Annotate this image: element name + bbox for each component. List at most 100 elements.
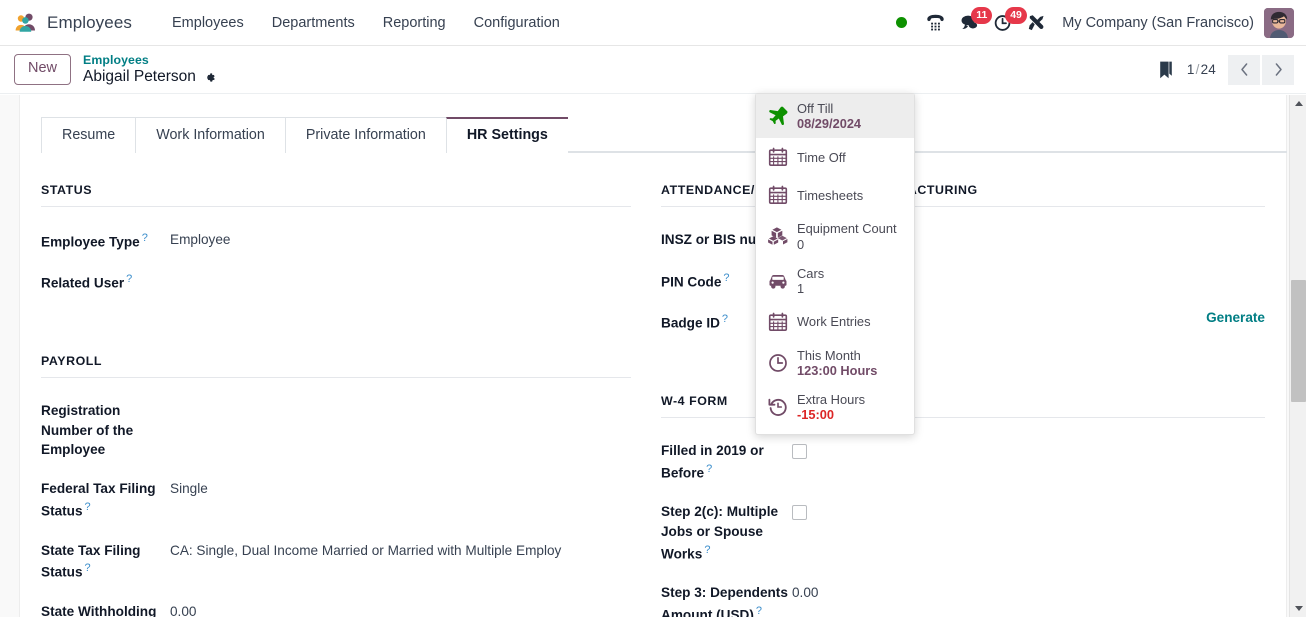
developer-tools-icon[interactable] [1020,6,1054,40]
checkbox-filled-2019[interactable] [792,443,807,459]
field-filled-in-2019-or-before: Filled in 2019 or Before? [661,440,1265,483]
app-brand[interactable]: Employees [14,12,132,34]
dropdown-label: Equipment Count [797,221,897,237]
activities-icon[interactable]: 49 [986,6,1027,40]
avatar-image [1264,7,1294,38]
dropdown-item-work-entries[interactable]: Work Entries [756,303,914,341]
field-value[interactable]: Single [170,478,631,499]
help-icon[interactable]: ? [142,232,148,244]
help-icon[interactable]: ? [756,605,762,617]
calendar-icon [768,185,788,205]
help-icon[interactable]: ? [85,501,91,513]
messages-icon[interactable]: 11 [952,6,993,40]
checkbox-step-2c[interactable] [792,504,807,520]
scrollbar-thumb[interactable] [1291,280,1306,402]
dropdown-item-off-till[interactable]: Off Till 08/29/2024 [756,94,914,139]
car-icon [769,274,787,289]
dropdown-text: This Month 123:00 Hours [797,348,877,378]
presence-status-icon[interactable] [884,6,918,40]
history-icon [768,399,787,417]
field-value [792,501,1265,520]
scroll-up-button[interactable] [1290,95,1306,112]
field-value [792,440,1265,459]
help-icon[interactable]: ? [704,544,710,556]
main-menu: Employees Departments Reporting Configur… [158,9,574,37]
menu-item-configuration[interactable]: Configuration [460,9,574,37]
breadcrumb-parent-link[interactable]: Employees [83,54,216,68]
field-value[interactable] [170,400,631,420]
triangle-down-icon [1294,606,1303,611]
calendar-icon [768,147,788,167]
field-label: Registration Number of the Employee [41,402,134,458]
help-icon[interactable]: ? [706,463,712,475]
dropdown-value: 123:00 Hours [797,363,878,379]
vertical-scrollbar[interactable] [1289,95,1306,617]
label-text: Filled in 2019 or Before [661,442,764,481]
triangle-up-icon [1294,101,1303,106]
tab-private-information[interactable]: Private Information [284,117,446,153]
previous-record-button[interactable] [1228,54,1260,85]
dropdown-label: Time Off [797,149,846,165]
help-icon[interactable]: ? [126,273,132,285]
field-label: Related User? [41,270,170,293]
label-text: Badge ID [661,315,720,331]
field-pin-code: PIN Code? [661,269,1265,292]
field-step-2c-multiple-jobs: Step 2(c): Multiple Jobs or Spouse Works… [661,501,1265,564]
pager-current: 1 [1186,62,1195,77]
dropdown-item-time-off[interactable]: Time Off [756,138,914,176]
menu-item-reporting[interactable]: Reporting [369,9,460,37]
label-text: Employee Type [41,234,140,250]
field-step-3-dependents-amount: Step 3: Dependents Amount (USD)? 0.00 [661,582,1265,617]
tab-resume[interactable]: Resume [41,117,136,153]
new-record-button[interactable]: New [14,54,72,85]
menu-item-employees[interactable]: Employees [158,9,258,37]
help-icon[interactable]: ? [722,313,728,325]
pager-indicator[interactable]: 1/24 [1187,62,1216,77]
dropdown-text: Off Till 08/29/2024 [797,101,861,131]
generate-badge-button[interactable]: Generate [1206,310,1265,325]
field-value[interactable] [170,270,631,290]
label-text: Related User [41,275,125,291]
bookmark-icon[interactable] [1157,60,1175,80]
navbar-right-cluster: 11 49 My Company (San Francisco) [884,6,1294,40]
dropdown-item-timesheets[interactable]: Timesheets [756,176,914,214]
field-employee-type: Employee Type? Employee [41,229,631,252]
tools-icon [1029,14,1044,30]
dropdown-item-cars[interactable]: Cars 1 [756,259,914,303]
form-column-left: STATUS Employee Type? Employee Related U… [41,183,653,617]
field-value[interactable]: Employee [170,229,631,250]
dropdown-text: Extra Hours -15:00 [797,392,865,422]
help-icon[interactable]: ? [723,272,729,284]
next-record-button[interactable] [1262,54,1294,85]
label-text: Step 2(c): Multiple Jobs or Spouse Works [661,503,779,562]
dropdown-item-equipment-count[interactable]: Equipment Count 0 [756,214,914,258]
dropdown-text: Timesheets [797,188,863,203]
field-value[interactable]: 0.00 [170,601,631,617]
menu-item-departments[interactable]: Departments [258,9,369,37]
record-title: Abigail Peterson [83,68,196,86]
scroll-down-button[interactable] [1290,600,1306,617]
field-label: State Tax Filing Status? [41,540,170,583]
dropdown-item-this-month[interactable]: This Month 123:00 Hours [756,341,914,385]
pager-total: 24 [1200,62,1216,77]
dropdown-text: Time Off [797,150,846,165]
dropdown-label: Extra Hours [797,392,866,408]
form-sheet-area: Resume Work Information Private Informat… [0,95,1306,617]
pager-buttons [1228,54,1294,85]
dropdown-item-extra-hours[interactable]: Extra Hours -15:00 [756,385,914,429]
phone-keypad-icon [927,14,944,31]
field-value[interactable]: CA: Single, Dual Income Married or Marri… [170,540,631,561]
help-icon[interactable]: ? [85,562,91,574]
field-label: Step 3: Dependents Amount (USD)? [661,582,792,617]
user-avatar[interactable] [1264,7,1294,38]
label-text: PIN Code [661,274,722,290]
breadcrumb: Employees Abigail Peterson [83,53,216,85]
dropdown-value: 08/29/2024 [797,116,862,132]
company-switcher[interactable]: My Company (San Francisco) [1054,15,1264,31]
field-registration-number: Registration Number of the Employee [41,400,631,461]
voip-phone-icon[interactable] [918,6,952,40]
tab-hr-settings[interactable]: HR Settings [445,117,568,153]
field-value[interactable]: 0.00 [792,582,1265,603]
gear-icon[interactable] [203,71,216,84]
tab-work-information[interactable]: Work Information [135,117,285,153]
